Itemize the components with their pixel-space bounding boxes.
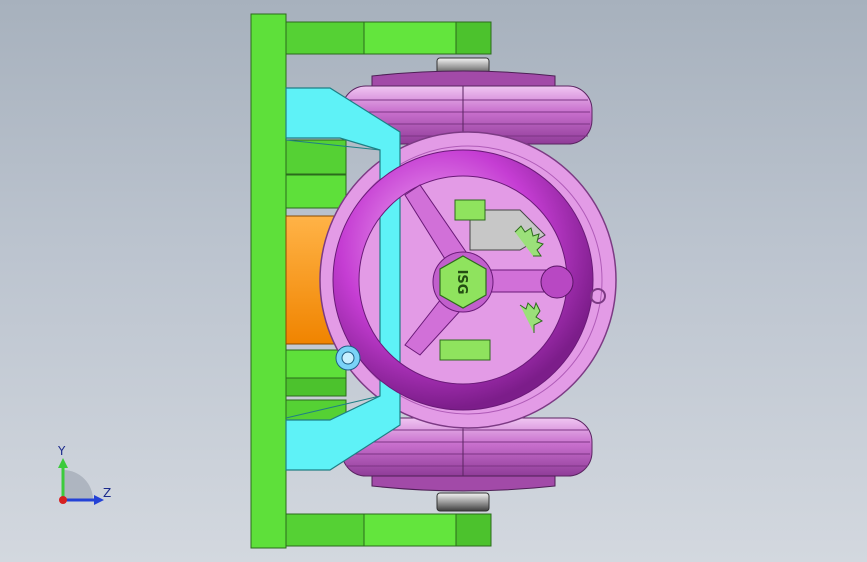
coordinate-triad: Y Z [57, 444, 111, 505]
handwheel-knob[interactable] [540, 265, 574, 299]
frame-left-plate[interactable] [250, 13, 287, 549]
y-axis-label: Y [57, 444, 66, 458]
hub-label: ISG [454, 270, 469, 295]
x-axis-dot [59, 496, 67, 504]
bottom-shaft[interactable] [436, 492, 490, 512]
z-axis-label: Z [103, 486, 111, 500]
cad-viewport[interactable]: ISG Y Z [0, 0, 867, 562]
